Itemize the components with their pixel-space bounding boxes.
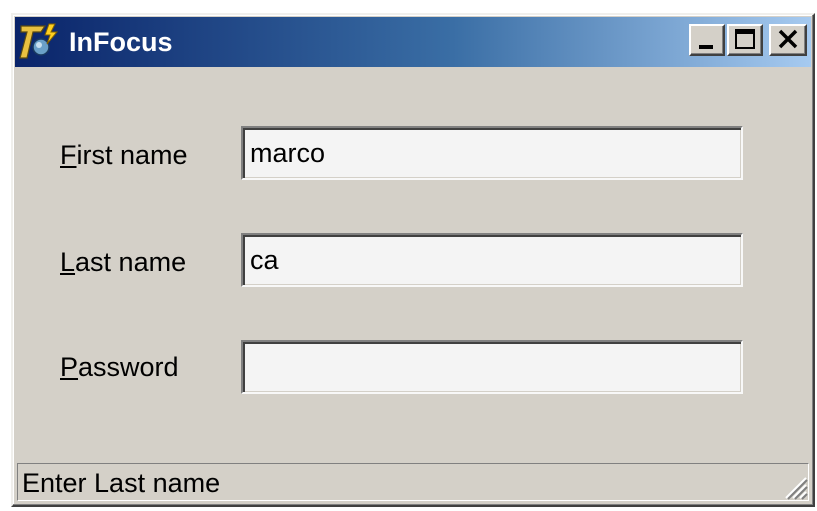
- maximize-icon: [735, 29, 755, 49]
- first-name-label: First name: [60, 139, 188, 171]
- last-name-input[interactable]: [241, 233, 743, 287]
- status-bar: Enter Last name: [17, 463, 809, 501]
- password-input[interactable]: [241, 340, 743, 394]
- close-icon: [778, 29, 798, 49]
- first-name-input[interactable]: [241, 126, 743, 180]
- infocus-window: InFocus First name Last name Password: [11, 13, 815, 507]
- status-text: Enter Last name: [22, 468, 221, 498]
- minimize-button[interactable]: [689, 24, 725, 56]
- last-name-label: Last name: [60, 246, 186, 278]
- last-name-accelerator: L: [60, 247, 76, 277]
- title-bar[interactable]: InFocus: [15, 17, 811, 67]
- password-label-text: assword: [78, 352, 179, 382]
- maximize-button[interactable]: [727, 24, 763, 56]
- close-button[interactable]: [769, 24, 807, 56]
- last-name-label-text: ast name: [75, 247, 187, 277]
- resize-grip-icon[interactable]: [778, 470, 808, 500]
- password-accelerator: P: [60, 352, 79, 382]
- window-title: InFocus: [69, 27, 173, 57]
- minimize-icon: [699, 45, 713, 49]
- first-name-label-text: irst name: [76, 140, 188, 170]
- password-label: Password: [60, 351, 179, 383]
- first-name-accelerator: F: [60, 140, 77, 170]
- app-logo-icon[interactable]: [19, 22, 63, 62]
